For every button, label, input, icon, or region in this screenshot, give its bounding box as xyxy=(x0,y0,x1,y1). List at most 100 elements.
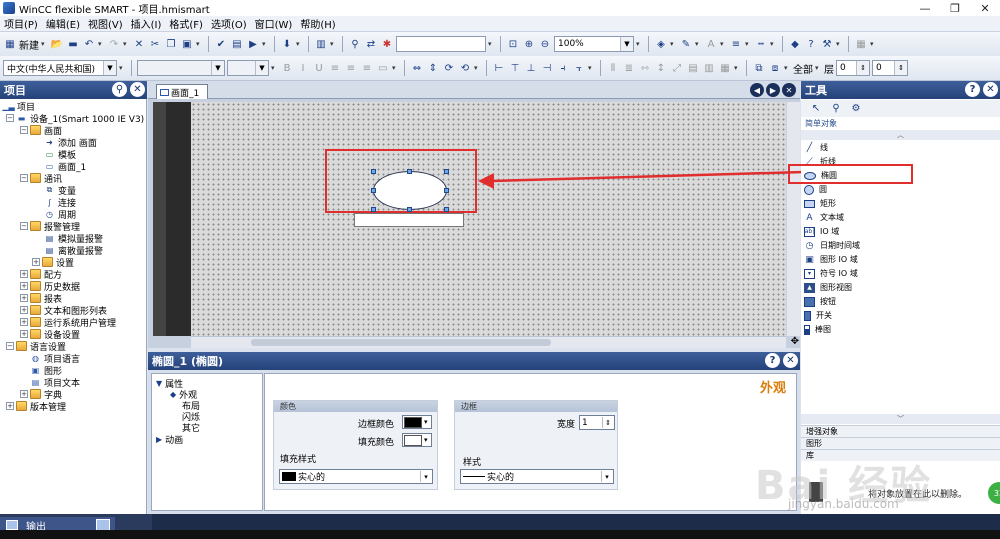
flip-v-icon[interactable]: ⇕ xyxy=(426,61,440,75)
font-size-combo[interactable]: ▼ xyxy=(227,60,269,76)
tree-item[interactable]: − 报警管理 xyxy=(20,220,80,233)
expand-icon[interactable]: + xyxy=(20,294,28,302)
tree-item[interactable]: − 语言设置 xyxy=(6,340,66,353)
expand-icon[interactable]: + xyxy=(20,270,28,278)
expand-icon[interactable]: + xyxy=(32,258,40,266)
resize-handle[interactable] xyxy=(407,169,412,174)
tab-prev-icon[interactable]: ◀ xyxy=(750,83,764,97)
properties-close-icon[interactable]: ✕ xyxy=(783,353,798,368)
font-color-dropdown-icon[interactable]: ▾ xyxy=(720,40,727,48)
tools-icon[interactable]: ⚒ xyxy=(820,37,834,51)
tool-item[interactable]: ▲ 图形视图 xyxy=(804,281,852,294)
tree-item[interactable]: ▤ 模拟量报警 xyxy=(44,232,103,245)
align-hcenter-objects-icon[interactable]: ⊥ xyxy=(524,61,538,75)
underline-icon[interactable]: U xyxy=(312,61,326,75)
collapse-icon[interactable]: − xyxy=(6,342,14,350)
tree-item[interactable]: ▤ 项目文本 xyxy=(30,376,80,389)
collapse-icon[interactable]: − xyxy=(20,126,28,134)
menu-help[interactable]: 帮助(H) xyxy=(296,16,339,31)
align-vcenter-objects-icon[interactable]: ⊣ xyxy=(540,61,554,75)
group-icon[interactable]: ▦ xyxy=(718,61,732,75)
rotate-icon[interactable]: ⟳ xyxy=(442,61,456,75)
screen-icon[interactable]: ▥ xyxy=(314,37,328,51)
zoom-area-icon[interactable]: ⊡ xyxy=(506,37,520,51)
section-enhanced-objects[interactable]: 增强对象 xyxy=(801,425,1000,437)
pin-icon[interactable]: ⚲ xyxy=(829,102,843,116)
flip-h-icon[interactable]: ⇔ xyxy=(410,61,424,75)
zoom-out-icon[interactable]: ⊖ xyxy=(538,37,552,51)
resize-handle[interactable] xyxy=(444,169,449,174)
zoom-in-icon[interactable]: ⊕ xyxy=(522,37,536,51)
canvas-text-field-object[interactable] xyxy=(354,213,464,227)
align-right-icon[interactable]: ≡ xyxy=(360,61,374,75)
copy-icon[interactable]: ❐ xyxy=(164,37,178,51)
check-icon[interactable]: ✔ xyxy=(214,37,228,51)
redo-icon[interactable]: ↷ xyxy=(107,37,121,51)
style-combo-arrow-icon[interactable]: ▾ xyxy=(488,40,495,48)
tree-item[interactable]: ⧉ 变量 xyxy=(44,184,76,197)
replace-icon[interactable]: ⇄ xyxy=(364,37,378,51)
expand-icon[interactable]: + xyxy=(6,402,14,410)
resize-handle[interactable] xyxy=(407,207,412,212)
tree-item[interactable]: + 设备设置 xyxy=(20,328,80,341)
tab-screen-1[interactable]: 画面_1 xyxy=(156,84,208,99)
tool-item[interactable]: ╱ 线 xyxy=(804,141,828,154)
same-size-icon[interactable]: ⤢ xyxy=(670,61,684,75)
help-icon[interactable]: ? xyxy=(804,37,818,51)
transfer-dropdown-icon[interactable]: ▾ xyxy=(296,40,303,48)
distribute-v-icon[interactable]: ≣ xyxy=(622,61,636,75)
tree-item[interactable]: ▣ 图形 xyxy=(30,364,62,377)
fill-color-dropdown-icon[interactable]: ▾ xyxy=(670,40,677,48)
tab-next-icon[interactable]: ▶ xyxy=(766,83,780,97)
tool-item[interactable]: 按钮 xyxy=(804,295,836,308)
nav-other[interactable]: 其它 xyxy=(182,421,200,434)
new-dropdown-icon[interactable]: ▾ xyxy=(41,40,48,48)
border-color-picker[interactable]: ▾ xyxy=(402,415,432,429)
expand-icon[interactable]: + xyxy=(20,282,28,290)
nav-animation[interactable]: ▶ 动画 xyxy=(156,433,183,446)
tree-item[interactable]: ◷ 周期 xyxy=(44,208,76,221)
tool-item[interactable]: 圆 xyxy=(804,183,827,196)
new-button[interactable]: 新建 xyxy=(19,37,39,52)
tool-item[interactable]: 棒图 xyxy=(804,323,831,336)
horizontal-scrollbar[interactable] xyxy=(191,336,786,348)
tree-item[interactable]: ➜ 添加 画面 xyxy=(44,136,97,149)
all-layers-label[interactable]: 全部 xyxy=(793,61,813,76)
tree-item[interactable]: − ▬ 设备_1(Smart 1000 IE V3) xyxy=(6,112,144,125)
expand-icon[interactable]: + xyxy=(20,390,28,398)
expand-icon[interactable]: + xyxy=(20,306,28,314)
fill-color-icon[interactable]: ◈ xyxy=(654,37,668,51)
layer-front-icon[interactable]: ⧉ xyxy=(752,61,766,75)
zoom-arrow-icon[interactable]: ▼ xyxy=(620,37,633,51)
menu-format[interactable]: 格式(F) xyxy=(165,16,207,31)
menu-options[interactable]: 选项(O) xyxy=(207,16,251,31)
send-back-icon[interactable]: ▥ xyxy=(702,61,716,75)
font-size-arrow-icon[interactable]: ▼ xyxy=(255,61,268,75)
align-bottom-objects-icon[interactable]: ⫟ xyxy=(572,61,586,75)
line-width-icon[interactable]: ≡ xyxy=(729,37,743,51)
menu-insert[interactable]: 插入(I) xyxy=(127,16,166,31)
bold-icon[interactable]: B xyxy=(280,61,294,75)
paste-icon[interactable]: ▣ xyxy=(180,37,194,51)
spinner-arrows-icon[interactable]: ⇕ xyxy=(602,417,613,428)
tree-item[interactable]: + 文本和图形列表 xyxy=(20,304,107,317)
pointer-icon[interactable]: ↖ xyxy=(809,102,823,116)
same-width-icon[interactable]: ⇿ xyxy=(638,61,652,75)
layer-spinner-1[interactable]: 0 ⇕ xyxy=(836,60,870,76)
line-color-dropdown-icon[interactable]: ▾ xyxy=(695,40,702,48)
align-left-icon[interactable]: ≡ xyxy=(328,61,342,75)
tool-item[interactable]: ab| IO 域 xyxy=(804,225,839,238)
line-style-icon[interactable]: ┅ xyxy=(754,37,768,51)
align-center-icon[interactable]: ≡ xyxy=(344,61,358,75)
undo-icon[interactable]: ↶ xyxy=(82,37,96,51)
screen-dropdown-icon[interactable]: ▾ xyxy=(330,40,337,48)
resize-handle[interactable] xyxy=(371,169,376,174)
redo-dropdown-icon[interactable]: ▾ xyxy=(123,40,130,48)
layer-spinner-1-arrows-icon[interactable]: ⇕ xyxy=(856,61,869,75)
tree-item[interactable]: − 通讯 xyxy=(20,172,62,185)
runtime-dropdown-icon[interactable]: ▾ xyxy=(262,40,269,48)
project-panel-close-icon[interactable]: ✕ xyxy=(130,82,145,97)
tree-item[interactable]: + 配方 xyxy=(20,268,62,281)
resize-handle[interactable] xyxy=(371,188,376,193)
align-top-objects-icon[interactable]: ⊤ xyxy=(508,61,522,75)
